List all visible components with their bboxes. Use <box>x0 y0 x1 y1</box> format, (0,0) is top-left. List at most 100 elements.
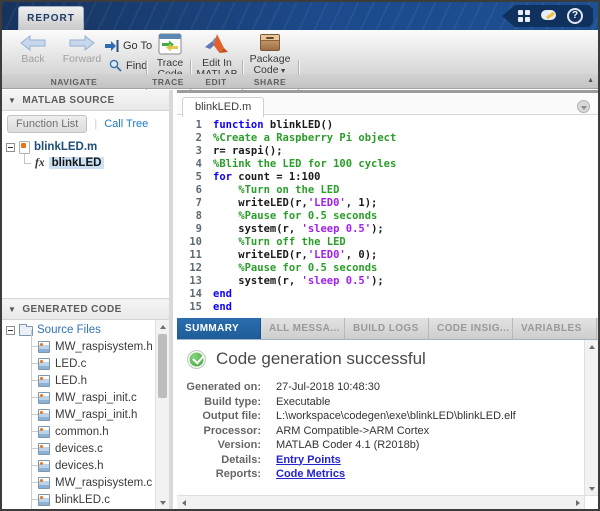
code-text: %Pause for 0.5 seconds <box>213 210 377 223</box>
scroll-down-icon[interactable] <box>585 482 598 494</box>
line-number: 11 <box>177 249 213 262</box>
code-segment: 'LED0' <box>308 249 346 261</box>
source-file-icon <box>38 477 50 489</box>
file-item[interactable]: LED.c <box>2 355 154 372</box>
code-line: 3r= raspi(); <box>177 145 598 158</box>
source-file-icon <box>38 409 50 421</box>
matlab-source-header[interactable]: ▼ MATLAB SOURCE <box>2 90 169 111</box>
code-text: %Create a Raspberry Pi object <box>213 132 396 145</box>
forward-button[interactable]: Forward <box>58 35 106 65</box>
collapse-box-icon[interactable] <box>6 326 15 335</box>
help-icon[interactable] <box>567 8 583 24</box>
code-segment: for <box>213 171 232 183</box>
file-item[interactable]: MW_raspi_init.c <box>2 389 154 406</box>
code-text: end <box>213 301 232 314</box>
source-file-icon <box>38 358 50 370</box>
editor-options-icon[interactable] <box>577 100 590 113</box>
scroll-down-icon[interactable] <box>156 496 169 508</box>
scrollbar-thumb[interactable] <box>158 334 167 398</box>
trace-code-button[interactable]: Trace Code <box>148 33 192 79</box>
summary-field-value: ARM Compatible->ARM Cortex <box>276 424 429 439</box>
goto-icon <box>105 40 119 52</box>
code-line: 2%Create a Raspberry Pi object <box>177 132 598 145</box>
file-item[interactable]: devices.c <box>2 440 154 457</box>
code-segment: %Pause for 0.5 seconds <box>213 262 377 274</box>
code-text: %Pause for 0.5 seconds <box>213 262 377 275</box>
editor-tab-blinkled-m[interactable]: blinkLED.m <box>182 97 264 117</box>
source-file-icon <box>38 392 50 404</box>
code-segment: system(r, <box>213 223 302 235</box>
back-button[interactable]: Back <box>10 35 56 65</box>
titlebar: REPORT <box>2 2 598 30</box>
tree-item-source-files[interactable]: Source Files <box>2 322 154 338</box>
line-number: 10 <box>177 236 213 249</box>
call-tree-tab[interactable]: Call Tree <box>104 118 148 130</box>
find-label: Find <box>126 60 147 72</box>
generated-code-title: GENERATED CODE <box>22 304 121 315</box>
summary-horizontal-scrollbar[interactable] <box>177 495 584 509</box>
code-segment: writeLED(r, <box>213 249 308 261</box>
scroll-right-icon[interactable] <box>571 496 583 509</box>
sidebar-scrollbar[interactable] <box>155 320 169 509</box>
file-item[interactable]: blinkLED.c <box>2 491 154 508</box>
edit-in-matlab-button[interactable]: Edit In MATLAB <box>192 33 242 79</box>
summary-field-value: MATLAB Coder 4.1 (R2018b) <box>276 438 419 453</box>
line-number: 15 <box>177 301 213 314</box>
tree-item-label: blinkLED.m <box>34 141 97 153</box>
file-item[interactable]: common.h <box>2 423 154 440</box>
forward-label: Forward <box>63 54 102 65</box>
summary-vertical-scrollbar[interactable] <box>584 340 598 495</box>
generated-code-header[interactable]: ▼ GENERATED CODE <box>2 299 169 320</box>
summary-field-link[interactable]: Code Metrics <box>276 467 345 482</box>
caption-trace: TRACE <box>146 77 190 87</box>
tab-build-logs[interactable]: BUILD LOGS <box>345 318 429 339</box>
code-segment: r= raspi(); <box>213 145 283 157</box>
fx-icon: fx <box>35 157 45 169</box>
source-file-icon <box>38 460 50 472</box>
file-item[interactable]: MW_raspi_init.h <box>2 406 154 423</box>
line-number: 14 <box>177 288 213 301</box>
code-segment: blinkLED() <box>264 119 334 131</box>
scroll-left-icon[interactable] <box>178 496 190 509</box>
code-text: system(r, 'sleep 0.5'); <box>213 223 384 236</box>
summary-field-row: Build type:Executable <box>185 395 584 410</box>
find-button[interactable]: Find <box>109 59 147 72</box>
matlab-source-title: MATLAB SOURCE <box>22 95 114 106</box>
package-code-button[interactable]: Package Code▼ <box>244 34 296 77</box>
tree-item-blinkled-function[interactable]: fx blinkLED <box>6 155 169 171</box>
tab-code-insights[interactable]: CODE INSIG... <box>429 318 513 339</box>
summary-field-link[interactable]: Entry Points <box>276 453 341 468</box>
code-text: writeLED(r,'LED0', 1); <box>213 197 377 210</box>
summary-field-value: 27-Jul-2018 10:48:30 <box>276 380 380 395</box>
feedback-icon[interactable] <box>541 10 556 23</box>
code-text: function blinkLED() <box>213 119 333 132</box>
scroll-up-icon[interactable] <box>585 341 598 353</box>
line-number: 13 <box>177 275 213 288</box>
tab-variables[interactable]: VARIABLES <box>513 318 597 339</box>
summary-field-label: Details: <box>185 453 261 468</box>
tree-item-label: blinkLED <box>49 157 105 169</box>
summary-field-label: Reports: <box>185 467 261 482</box>
file-item[interactable]: MW_raspisystem.h <box>2 338 154 355</box>
code-view[interactable]: 1function blinkLED()2%Create a Raspberry… <box>177 115 598 318</box>
line-number: 7 <box>177 197 213 210</box>
file-item[interactable]: MW_raspisystem.c <box>2 474 154 491</box>
source-file-icon <box>38 375 50 387</box>
collapse-box-icon[interactable] <box>6 143 15 152</box>
tab-report[interactable]: REPORT <box>18 6 84 30</box>
tab-all-messages[interactable]: ALL MESSA... <box>261 318 345 339</box>
code-segment: ); <box>371 275 384 287</box>
file-item[interactable]: blinkLED.h <box>2 508 154 509</box>
tab-summary[interactable]: SUMMARY <box>177 318 261 339</box>
function-list-tab[interactable]: Function List <box>7 115 87 133</box>
code-line: 5for count = 1:100 <box>177 171 598 184</box>
file-item[interactable]: devices.h <box>2 457 154 474</box>
code-line: 1function blinkLED() <box>177 119 598 132</box>
file-item[interactable]: LED.h <box>2 372 154 389</box>
summary-content: Code generation successful Generated on:… <box>177 340 584 495</box>
caption-share: SHARE <box>242 77 298 87</box>
scroll-up-icon[interactable] <box>156 321 169 333</box>
layout-grid-icon[interactable] <box>518 10 530 22</box>
collapse-toolstrip-icon[interactable]: ▲ <box>587 77 594 84</box>
summary-field-label: Build type: <box>185 395 261 410</box>
